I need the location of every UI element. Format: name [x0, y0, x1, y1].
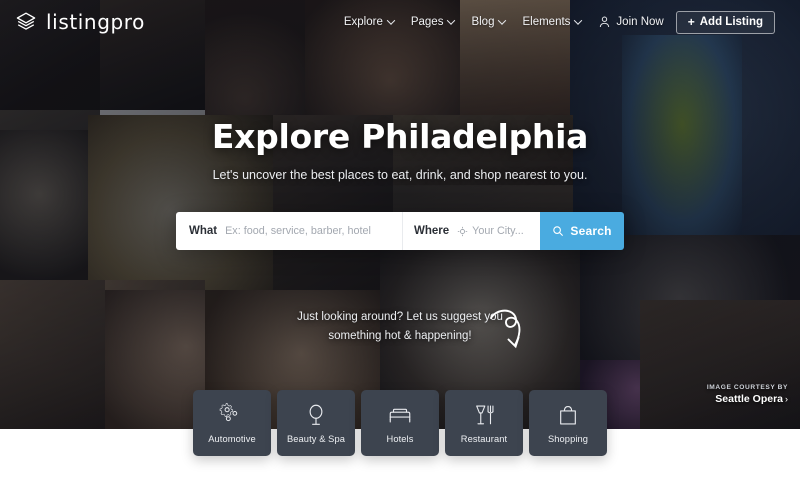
plus-icon: + — [687, 15, 695, 29]
category-label: Shopping — [547, 434, 589, 444]
top-navigation-bar: listingpro Explore Pages Blog Elements J… — [0, 0, 800, 44]
bed-icon — [389, 408, 411, 423]
chevron-down-icon — [574, 16, 583, 25]
search-button[interactable]: Search — [540, 212, 624, 250]
hero-subtitle: Let's uncover the best places to eat, dr… — [212, 168, 588, 182]
brand-logo[interactable]: listingpro — [14, 10, 145, 34]
search-button-label: Search — [570, 224, 612, 238]
nav-label: Blog — [471, 16, 495, 28]
mirror-icon — [309, 404, 323, 425]
chevron-right-icon: › — [785, 394, 788, 404]
add-listing-label: Add Listing — [699, 16, 763, 28]
nav-item-elements[interactable]: Elements — [522, 16, 583, 28]
where-label: Where — [414, 225, 450, 237]
suggestion-line-2: something hot & happening! — [328, 330, 472, 342]
gears-icon — [219, 402, 238, 422]
category-label: Restaurant — [460, 434, 508, 444]
where-field-group[interactable]: Where — [402, 212, 540, 250]
chevron-down-icon — [447, 16, 456, 25]
join-now-button[interactable]: Join Now — [598, 15, 664, 29]
suggestion-line-1: Just looking around? Let us suggest you — [297, 311, 503, 323]
search-icon — [553, 226, 564, 237]
category-card-shopping[interactable]: Shopping — [529, 390, 607, 456]
brand-name: listingpro — [46, 10, 146, 34]
chevron-down-icon — [386, 16, 396, 25]
what-label: What — [189, 225, 218, 237]
chevron-down-icon — [498, 16, 507, 25]
shopping-bag-icon — [560, 405, 576, 425]
courtesy-source-link[interactable]: Seattle Opera › — [707, 393, 788, 405]
page-title: Explore Philadelphia — [211, 117, 589, 156]
nav-item-pages[interactable]: Pages — [410, 16, 456, 28]
what-field-group[interactable]: What — [176, 212, 402, 250]
curly-arrow-down-icon — [490, 309, 521, 349]
hero-banner: listingpro Explore Pages Blog Elements J… — [0, 0, 800, 429]
nav-label: Explore — [343, 16, 383, 28]
page-root: listingpro Explore Pages Blog Elements J… — [0, 0, 800, 500]
category-card-hotels[interactable]: Hotels — [361, 390, 439, 456]
add-listing-button[interactable]: + Add Listing — [675, 10, 775, 34]
layers-stack-icon — [16, 12, 36, 30]
crosshair-locate-icon — [457, 226, 468, 236]
join-now-label: Join Now — [616, 16, 664, 28]
category-label: Beauty & Spa — [286, 434, 346, 444]
nav-item-blog[interactable]: Blog — [471, 16, 507, 28]
nav-item-explore[interactable]: Explore — [343, 16, 396, 28]
image-courtesy[interactable]: IMAGE COURTESY BY Seattle Opera › — [707, 384, 788, 405]
category-card-restaurant[interactable]: Restaurant — [445, 390, 523, 456]
category-card-automotive[interactable]: Automotive — [193, 390, 271, 456]
category-card-beauty-spa[interactable]: Beauty & Spa — [277, 390, 355, 456]
courtesy-prefix: IMAGE COURTESY BY — [706, 384, 788, 391]
fork-and-glass-icon — [476, 405, 494, 425]
search-fields: What Where — [176, 212, 540, 250]
courtesy-source-name: Seattle Opera — [715, 393, 783, 405]
main-menu: Explore Pages Blog Elements Join Now + A… — [343, 10, 788, 34]
search-input-where[interactable] — [472, 225, 540, 237]
nav-label: Pages — [410, 16, 444, 28]
search-bar: What Where — [176, 212, 624, 250]
search-input-what[interactable] — [225, 225, 402, 237]
nav-label: Elements — [522, 16, 571, 28]
user-icon — [600, 16, 610, 28]
category-label: Hotels — [386, 434, 414, 444]
suggestion-block: Just looking around? Let us suggest you … — [0, 308, 800, 346]
category-shortcuts: Automotive Beauty & Spa Hotels Restauran… — [193, 390, 607, 456]
category-label: Automotive — [208, 434, 256, 444]
